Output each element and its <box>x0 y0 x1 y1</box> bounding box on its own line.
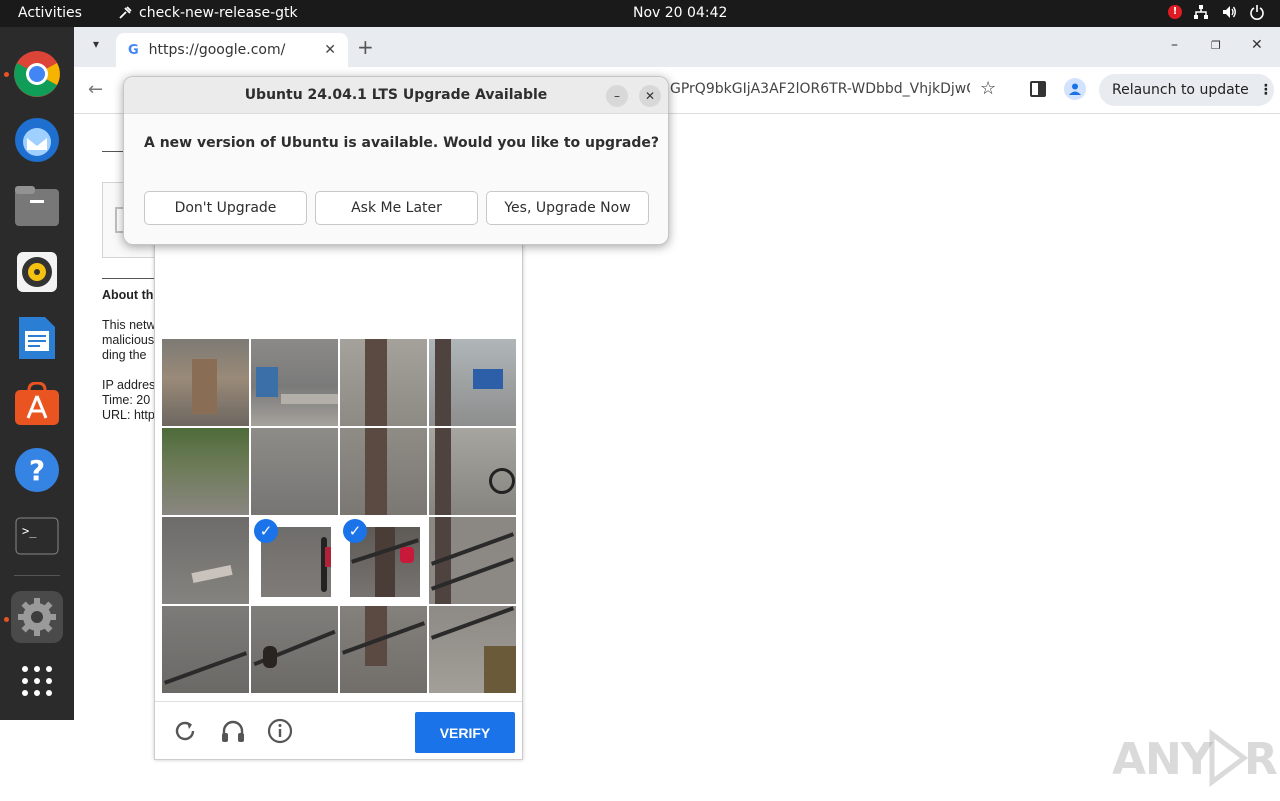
window-close-icon[interactable]: ✕ <box>1251 37 1263 53</box>
running-indicator <box>4 72 9 77</box>
app-name-label: check-new-release-gtk <box>139 5 298 21</box>
clock[interactable]: Nov 20 04:42 <box>633 5 727 21</box>
captcha-tile[interactable] <box>162 428 249 515</box>
running-indicator <box>4 617 9 622</box>
alert-icon[interactable]: ! <box>1168 5 1182 19</box>
captcha-tile[interactable] <box>429 517 516 604</box>
upgrade-dialog: Ubuntu 24.04.1 LTS Upgrade Available – ✕… <box>123 76 669 245</box>
show-apps-icon[interactable] <box>11 655 63 707</box>
dialog-titlebar[interactable]: Ubuntu 24.04.1 LTS Upgrade Available – ✕ <box>124 77 668 114</box>
terminal-icon[interactable]: >_ <box>11 510 63 562</box>
dialog-close-icon[interactable]: ✕ <box>639 85 661 107</box>
captcha-tile[interactable] <box>340 606 427 693</box>
bookmark-star-icon[interactable]: ☆ <box>980 78 996 99</box>
captcha-tile[interactable] <box>429 339 516 426</box>
captcha-tile-selected[interactable]: ✓ <box>340 517 427 604</box>
dialog-title: Ubuntu 24.04.1 LTS Upgrade Available <box>244 87 548 103</box>
network-icon[interactable] <box>1192 3 1210 21</box>
checkmark-icon: ✓ <box>343 519 367 543</box>
browser-tab[interactable]: G https://google.com/ ✕ <box>116 33 348 67</box>
thunderbird-icon[interactable] <box>11 114 63 166</box>
svg-text:>_: >_ <box>22 524 37 538</box>
tab-close-icon[interactable]: ✕ <box>324 42 336 58</box>
reload-icon[interactable] <box>170 716 200 746</box>
captcha-footer: VERIFY <box>155 701 522 759</box>
power-icon[interactable] <box>1248 3 1266 21</box>
ip-address-label: IP addres <box>102 378 156 392</box>
checkmark-icon: ✓ <box>254 519 278 543</box>
info-icon[interactable] <box>265 716 295 746</box>
minimize-icon[interactable]: – <box>1171 37 1178 53</box>
app-icon <box>119 6 132 19</box>
dialog-minimize-icon[interactable]: – <box>606 85 628 107</box>
tab-search-chevron-icon[interactable]: ▾ <box>86 37 106 57</box>
anyrun-watermark: ANY RUN <box>1112 726 1280 801</box>
page-text-line: This netw <box>102 318 156 332</box>
rhythmbox-icon[interactable] <box>11 246 63 298</box>
chrome-icon[interactable] <box>11 48 63 100</box>
kebab-menu-icon[interactable]: ⋮ <box>1259 82 1273 98</box>
app-menu[interactable]: check-new-release-gtk <box>117 5 298 21</box>
time-label: Time: 20 <box>102 393 151 407</box>
files-icon[interactable] <box>11 180 63 232</box>
divider <box>102 278 162 279</box>
captcha-tile[interactable] <box>429 606 516 693</box>
dock: ? >_ <box>0 27 74 720</box>
captcha-tile[interactable] <box>340 339 427 426</box>
address-bar-text[interactable]: GPrQ9bkGIjA3AF2lOR6TR-WDbbd_VhjkDjwO... <box>670 81 970 97</box>
volume-icon[interactable] <box>1220 3 1238 21</box>
captcha-tile[interactable] <box>429 428 516 515</box>
captcha-tile[interactable] <box>162 517 249 604</box>
captcha-tile[interactable] <box>162 339 249 426</box>
svg-text:?: ? <box>29 454 45 487</box>
svg-text:ANY: ANY <box>1112 734 1214 785</box>
profile-avatar-icon[interactable] <box>1064 78 1086 100</box>
back-arrow-icon[interactable]: ← <box>88 79 103 100</box>
page-text-line: ding the <box>102 348 147 362</box>
captcha-tile-selected[interactable]: ✓ <box>251 517 338 604</box>
headphones-icon[interactable] <box>218 716 248 746</box>
relaunch-label: Relaunch to update <box>1112 82 1249 98</box>
captcha-tile[interactable] <box>162 606 249 693</box>
upgrade-now-button[interactable]: Yes, Upgrade Now <box>486 191 649 225</box>
app-center-icon[interactable] <box>11 378 63 430</box>
libreoffice-writer-icon[interactable] <box>11 312 63 364</box>
captcha-tile[interactable] <box>340 428 427 515</box>
side-panel-icon[interactable] <box>1030 81 1046 97</box>
help-icon[interactable]: ? <box>11 444 63 496</box>
top-bar: Activities check-new-release-gtk Nov 20 … <box>0 0 1280 27</box>
about-heading: About th <box>102 288 154 302</box>
page-text-line: malicious <box>102 333 155 347</box>
tab-title: https://google.com/ <box>148 42 286 58</box>
captcha-tile[interactable] <box>251 339 338 426</box>
captcha-tile-grid: ✓ ✓ <box>162 339 517 694</box>
activities-button[interactable]: Activities <box>18 5 82 21</box>
svg-text:RUN: RUN <box>1244 734 1280 785</box>
system-tray[interactable]: ! <box>1168 3 1266 21</box>
image-captcha-challenge: ✓ ✓ VERIFY <box>154 230 523 760</box>
maximize-icon[interactable]: ❐ <box>1211 39 1221 52</box>
dialog-message: A new version of Ubuntu is available. Wo… <box>144 135 660 151</box>
url-label: URL: http <box>102 408 155 422</box>
captcha-tile[interactable] <box>251 428 338 515</box>
relaunch-to-update-button[interactable]: Relaunch to update ⋮ <box>1099 74 1274 106</box>
ask-me-later-button[interactable]: Ask Me Later <box>315 191 478 225</box>
new-tab-icon[interactable]: + <box>357 35 374 59</box>
dock-separator <box>14 575 60 576</box>
settings-icon[interactable] <box>11 591 63 643</box>
tab-strip: ▾ G https://google.com/ ✕ + – ❐ ✕ <box>74 27 1280 67</box>
captcha-tile[interactable] <box>251 606 338 693</box>
google-favicon-icon: G <box>128 42 139 58</box>
verify-button[interactable]: VERIFY <box>415 712 515 753</box>
dont-upgrade-button[interactable]: Don't Upgrade <box>144 191 307 225</box>
